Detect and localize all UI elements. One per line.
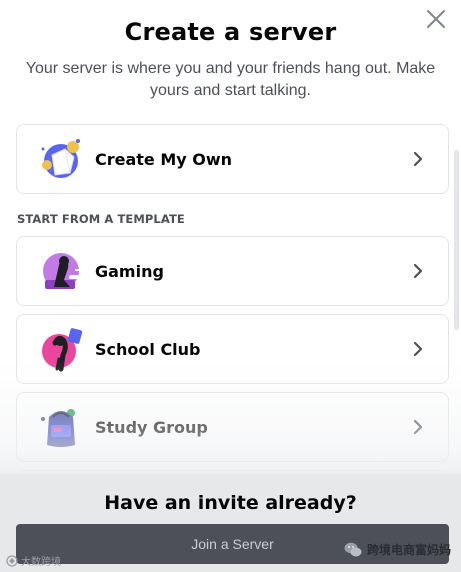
create-own-art-icon — [41, 139, 80, 178]
gaming-art-icon — [43, 253, 81, 289]
template-gaming-label: Gaming — [95, 261, 164, 281]
chevron-right-icon — [413, 151, 423, 167]
create-my-own-option[interactable]: Create My Own — [16, 124, 449, 194]
create-my-own-label: Create My Own — [95, 149, 233, 169]
modal-subtitle: Your server is where you and your friend… — [25, 60, 436, 99]
template-school-club-option[interactable]: School Club — [16, 314, 449, 384]
scrollbar[interactable] — [454, 150, 459, 330]
watermark-left: 大数跨境 — [6, 553, 61, 568]
modal-title: Create a server — [124, 18, 337, 46]
invite-prompt: Have an invite already? — [104, 492, 357, 514]
school-club-art-icon — [42, 328, 83, 372]
template-school-club-label: School Club — [95, 339, 201, 359]
chevron-right-icon — [413, 419, 423, 435]
watermark-right: 跨境电商富妈妈 — [344, 541, 451, 558]
wechat-icon — [344, 542, 362, 556]
template-study-group-option[interactable]: Study Group — [16, 392, 449, 462]
watermark-left-text: 大数跨境 — [21, 557, 61, 568]
chevron-right-icon — [413, 341, 423, 357]
chevron-right-icon — [413, 263, 423, 279]
watermark-right-text: 跨境电商富妈妈 — [366, 543, 451, 557]
template-gaming-option[interactable]: Gaming — [16, 236, 449, 306]
study-group-art-icon — [41, 409, 75, 447]
template-study-group-label: Study Group — [95, 417, 208, 437]
create-server-modal: Create a server Your server is where you… — [0, 0, 461, 572]
template-section-label: START FROM A TEMPLATE — [17, 212, 185, 226]
watermark-logo-icon — [6, 554, 18, 567]
